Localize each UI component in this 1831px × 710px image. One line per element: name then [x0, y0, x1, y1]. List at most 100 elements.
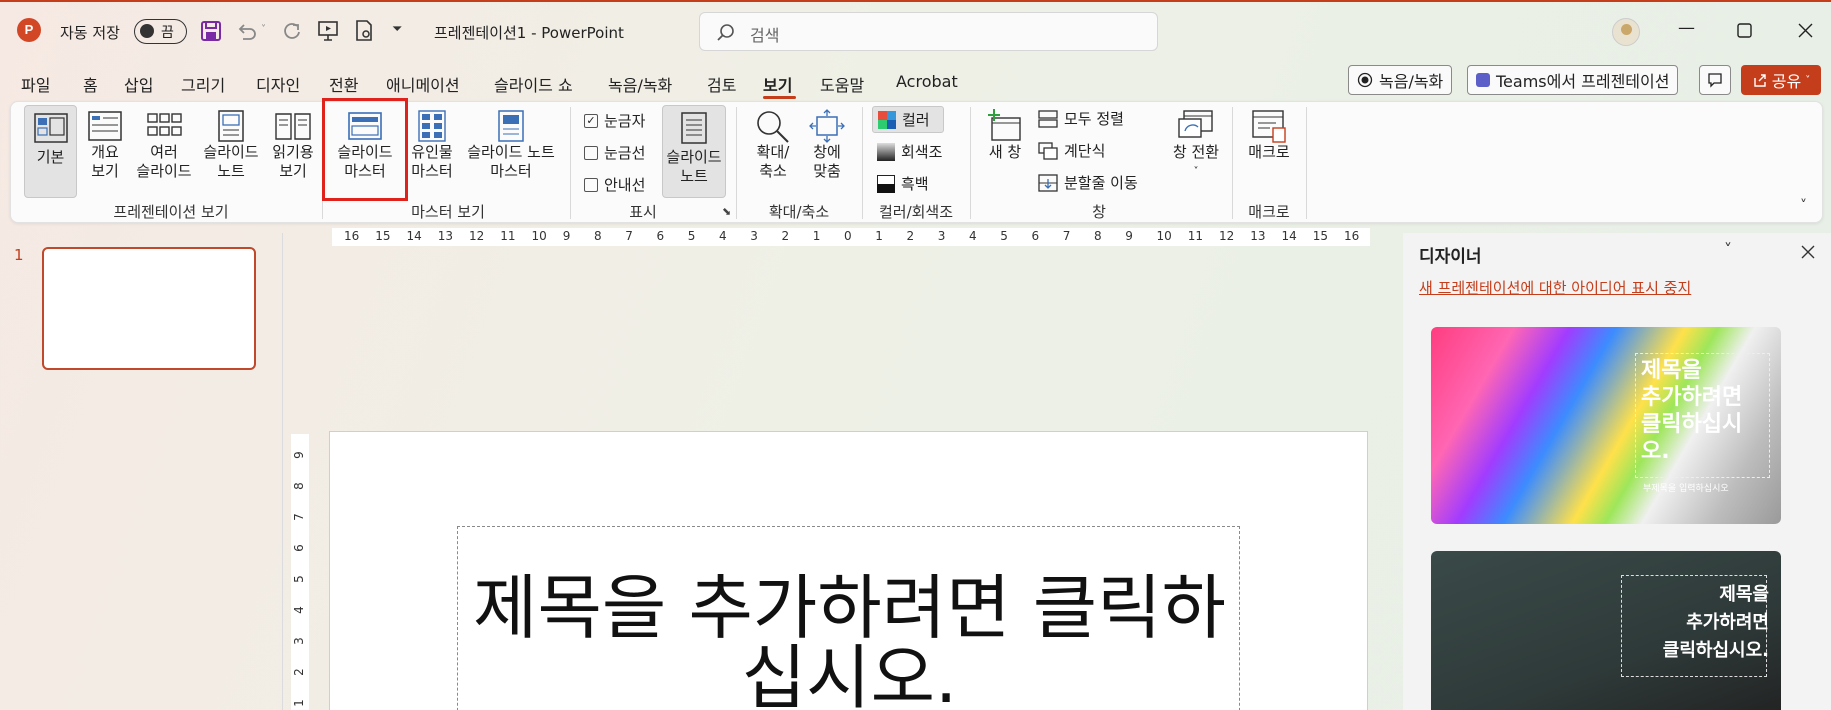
outline-view-button[interactable]: 개요 보기: [82, 109, 128, 181]
ruler-tick-label: 1: [812, 229, 821, 243]
ruler-tick-label: 4: [291, 606, 306, 614]
ruler-tick-label: 7: [1062, 229, 1071, 243]
normal-view-button[interactable]: 기본: [24, 105, 77, 198]
collapse-ribbon-icon[interactable]: ˅: [1800, 198, 1807, 214]
separator: [1232, 107, 1233, 219]
ruler-tick-label: 2: [906, 229, 915, 243]
grayscale-button[interactable]: 회색조: [877, 141, 942, 162]
tab-home[interactable]: 홈: [83, 72, 98, 96]
ruler-tick-label: 5: [687, 229, 696, 243]
ruler-tick-label: 8: [291, 482, 306, 490]
zoom-label-2: 축소: [759, 162, 787, 180]
record-button[interactable]: 녹음/녹화: [1348, 65, 1453, 95]
tab-view[interactable]: 보기: [763, 72, 792, 96]
design-idea-card[interactable]: 제목을 추가하려면 클릭하십시 오. 부제목을 입력하십시오: [1431, 327, 1781, 524]
tab-help[interactable]: 도움말: [820, 72, 864, 96]
stop-ideas-link[interactable]: 새 프레젠테이션에 대한 아이디어 표시 중지: [1419, 277, 1691, 298]
ruler-tick-label: 12: [1219, 229, 1235, 243]
ruler-tick-label: 13: [437, 229, 454, 243]
ruler-tick-label: 11: [1187, 229, 1204, 243]
tab-animations[interactable]: 애니메이션: [386, 72, 460, 96]
ruler-tick-label: 10: [1156, 229, 1172, 243]
show-dialog-launcher-icon[interactable]: ⬊: [722, 205, 731, 218]
title-placeholder[interactable]: 제목을 추가하려면 클릭하십시오.: [457, 526, 1240, 710]
slide-title-text[interactable]: 제목을 추가하려면 클릭하십시오.: [458, 573, 1241, 710]
macros-button[interactable]: 매크로: [1244, 109, 1294, 162]
panel-divider[interactable]: [282, 233, 283, 710]
avatar[interactable]: [1612, 18, 1640, 46]
handout-master-button[interactable]: 유인물 마스터: [407, 109, 457, 181]
black-white-button[interactable]: 흑백: [877, 173, 929, 194]
notes-page-button[interactable]: 슬라이드 노트: [199, 109, 263, 181]
undo-dropdown-icon[interactable]: ˅: [261, 24, 266, 35]
slide-sorter-button[interactable]: 여러 슬라이드: [133, 109, 195, 181]
move-split-button[interactable]: 분할줄 이동: [1038, 172, 1138, 193]
designer-close-icon[interactable]: [1801, 245, 1815, 259]
notes-icon: [681, 112, 707, 144]
reading-view-label-1: 읽기용: [272, 143, 314, 161]
tab-file[interactable]: 파일: [21, 72, 50, 96]
slide-sorter-label-1: 여러: [150, 143, 178, 161]
redo-icon[interactable]: [281, 20, 303, 42]
zoom-button[interactable]: 확대/ 축소: [748, 109, 798, 181]
new-window-icon: [988, 109, 1021, 141]
share-icon: [1754, 74, 1766, 87]
arrange-all-button[interactable]: 모두 정렬: [1038, 108, 1124, 129]
search-box[interactable]: 검색: [699, 12, 1158, 51]
ruler-label: 눈금자: [604, 112, 646, 130]
ruler-tick-label: 9: [562, 229, 571, 243]
ruler-tick-label: 15: [375, 229, 391, 243]
notes-page-label-2: 노트: [217, 162, 245, 180]
customize-toolbar-icon[interactable]: ⏷: [392, 22, 402, 37]
undo-icon[interactable]: [235, 20, 257, 42]
arrange-all-icon: [1038, 109, 1058, 128]
minimize-icon[interactable]: —: [1678, 18, 1695, 38]
tab-review[interactable]: 검토: [707, 72, 736, 96]
tab-design[interactable]: 디자인: [256, 72, 300, 96]
horizontal-ruler: 16 15 14 13 12 11 10 9 8 7 6 5 4 3 2 1 0 1 2 3 4 5 6 7 8 9 10 11 12 1…: [332, 228, 1370, 246]
separator: [570, 107, 571, 219]
present-from-start-icon[interactable]: [317, 19, 339, 43]
new-window-label: 새 창: [988, 143, 1022, 161]
tab-insert[interactable]: 삽입: [124, 72, 153, 96]
powerpoint-logo-icon: P: [17, 18, 41, 42]
zoom-icon: [757, 111, 789, 143]
group-show: 표시: [629, 203, 657, 221]
fit-to-window-button[interactable]: 창에 맞춤: [804, 109, 850, 181]
cascade-icon: [1038, 141, 1058, 160]
cascade-button[interactable]: 계단식: [1038, 140, 1105, 161]
close-icon[interactable]: [1798, 23, 1813, 38]
share-label: 공유: [1771, 72, 1802, 91]
ruler-checkbox[interactable]: ✓ 눈금자: [584, 110, 645, 131]
guides-checkbox[interactable]: 안내선: [584, 174, 645, 195]
design-idea-card[interactable]: 제목을 추가하려면 클릭하십시오.: [1431, 551, 1781, 710]
teams-present-button[interactable]: Teams에서 프레젠테이션: [1467, 65, 1679, 95]
tab-slideshow[interactable]: 슬라이드 쇼: [494, 72, 573, 96]
maximize-icon[interactable]: [1737, 23, 1752, 38]
gridlines-checkbox[interactable]: 눈금선: [584, 142, 645, 163]
comments-button[interactable]: [1699, 65, 1731, 95]
switch-window-button[interactable]: 창 전환 ˅: [1168, 109, 1224, 181]
comment-icon: [1708, 73, 1722, 88]
reading-view-button[interactable]: 읽기용 보기: [268, 109, 318, 181]
macros-icon: [1252, 110, 1286, 143]
tab-acrobat[interactable]: Acrobat: [896, 72, 958, 91]
ruler-tick-label: 9: [1125, 229, 1133, 243]
notes-master-button[interactable]: 슬라이드 노트 마스터: [460, 109, 562, 181]
tab-record[interactable]: 녹음/녹화: [608, 72, 672, 96]
new-window-button[interactable]: 새 창: [982, 109, 1028, 162]
ruler-tick-label: 11: [500, 229, 516, 243]
color-button[interactable]: 컬러: [872, 106, 944, 133]
tab-draw[interactable]: 그리기: [181, 72, 225, 96]
share-button[interactable]: 공유 ˅: [1741, 65, 1821, 95]
print-preview-icon[interactable]: [353, 19, 375, 43]
record-icon: [1357, 72, 1373, 88]
autosave-toggle[interactable]: 끔: [134, 19, 187, 44]
notes-page-icon: [218, 110, 244, 142]
slide-thumbnail[interactable]: [42, 247, 256, 370]
designer-options-icon[interactable]: ˅: [1724, 240, 1732, 259]
handout-master-label-2: 마스터: [411, 162, 453, 180]
tab-transitions[interactable]: 전환: [329, 72, 358, 96]
save-icon[interactable]: [200, 20, 222, 42]
notes-button[interactable]: 슬라이드 노트: [662, 105, 726, 198]
